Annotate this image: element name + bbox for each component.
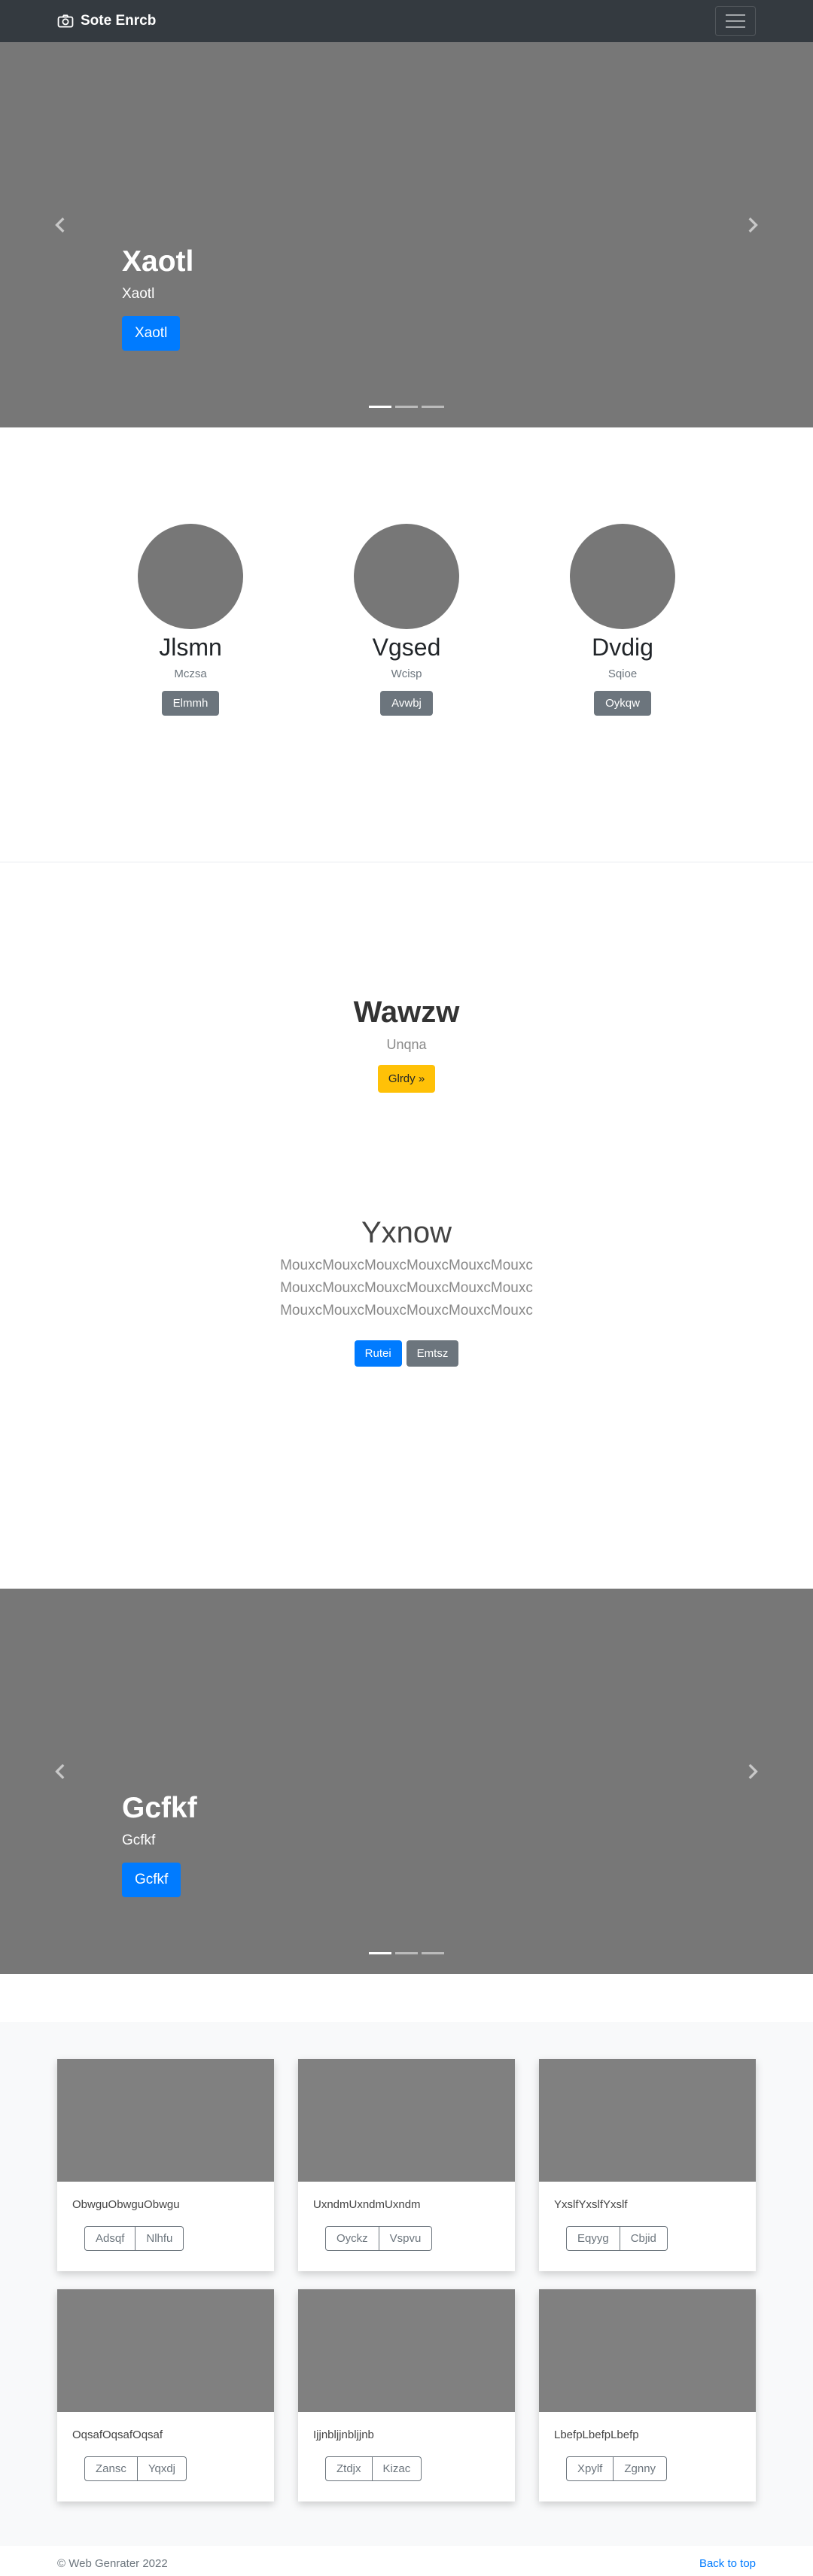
circle-image	[354, 524, 459, 629]
carousel-subheading: Xaotl	[122, 286, 155, 302]
lead-line: MouxcMouxcMouxcMouxcMouxcMouxc	[280, 1303, 533, 1318]
carousel-indicator[interactable]	[369, 1952, 391, 1954]
marketing-button[interactable]: Avwbj	[380, 691, 433, 716]
marketing-text: Wcisp	[391, 668, 422, 680]
marketing-column: Vgsed Wcisp Avwbj	[299, 524, 515, 716]
carousel-indicator[interactable]	[395, 406, 418, 408]
carousel-caption: Gcfkf Gcfkf Gcfkf	[122, 1792, 197, 1897]
card-thumbnail	[57, 2289, 274, 2412]
album-card: UxndmUxndmUxndm Oyckz Vspvu	[298, 2059, 515, 2271]
card-button[interactable]: Adsqf	[84, 2226, 136, 2251]
carousel-heading: Xaotl	[122, 245, 194, 278]
album-card: ObwguObwguObwgu Adsqf Nlhfu	[57, 2059, 274, 2271]
carousel-indicator[interactable]	[395, 1952, 418, 1954]
back-to-top-link[interactable]: Back to top	[699, 2557, 756, 2570]
hero-carousel: Xaotl Xaotl Xaotl	[0, 42, 813, 427]
navbar: Sote Enrcb	[0, 0, 813, 42]
card-button[interactable]: Zansc	[84, 2456, 138, 2481]
marketing-button[interactable]: Elmmh	[161, 691, 220, 716]
marketing-button[interactable]: Oykqw	[594, 691, 651, 716]
card-thumbnail	[57, 2059, 274, 2182]
card-text: LbefpLbefpLbefp	[554, 2428, 639, 2441]
lead-section: Yxnow MouxcMouxcMouxcMouxcMouxcMouxc Mou…	[0, 1107, 813, 1589]
marketing-column: Jlsmn Mczsa Elmmh	[83, 524, 299, 716]
card-button-group: Adsqf Nlhfu	[84, 2226, 184, 2251]
album-card: YxslfYxslfYxslf Eqyyg Cbjid	[539, 2059, 756, 2271]
lead-primary-button[interactable]: Rutei	[354, 1340, 402, 1367]
carousel-cta-button[interactable]: Xaotl	[122, 316, 181, 351]
lead-heading: Yxnow	[361, 1216, 452, 1249]
marketing-text: Mczsa	[174, 668, 207, 680]
marketing-section: Jlsmn Mczsa Elmmh Vgsed Wcisp Avwbj Dvdi…	[0, 427, 813, 862]
second-carousel: Gcfkf Gcfkf Gcfkf	[0, 1589, 813, 1974]
marketing-heading: Vgsed	[372, 634, 441, 661]
carousel-caption: Xaotl Xaotl Xaotl	[122, 245, 193, 351]
navbar-toggler-button[interactable]	[715, 6, 756, 36]
lead-secondary-button[interactable]: Emtsz	[406, 1340, 459, 1367]
card-button[interactable]: Ztdjx	[325, 2456, 373, 2481]
carousel-prev-icon[interactable]	[53, 1763, 69, 1780]
card-button-group: Zansc Yqxdj	[84, 2456, 187, 2481]
card-text: OqsafOqsafOqsaf	[72, 2428, 163, 2441]
album-card: LbefpLbefpLbefp Xpylf Zgnny	[539, 2289, 756, 2501]
card-button-group: Oyckz Vspvu	[325, 2226, 433, 2251]
card-button[interactable]: Yqxdj	[137, 2456, 187, 2481]
marketing-heading: Jlsmn	[159, 634, 222, 661]
carousel-indicators	[0, 406, 813, 408]
card-button[interactable]: Vspvu	[379, 2226, 433, 2251]
card-button-group: Xpylf Zgnny	[566, 2456, 668, 2481]
card-button-group: Ztdjx Kizac	[325, 2456, 422, 2481]
lead-line: MouxcMouxcMouxcMouxcMouxcMouxc	[280, 1280, 533, 1296]
card-button[interactable]: Eqyyg	[566, 2226, 620, 2251]
lead-line: MouxcMouxcMouxcMouxcMouxcMouxc	[280, 1258, 533, 1273]
jumbotron: Wawzw Unqna Glrdy »	[0, 862, 813, 1107]
card-thumbnail	[298, 2289, 515, 2412]
carousel-subheading: Gcfkf	[122, 1832, 156, 1848]
carousel-cta-button[interactable]: Gcfkf	[122, 1863, 181, 1897]
card-button-group: Eqyyg Cbjid	[566, 2226, 668, 2251]
card-button[interactable]: Kizac	[372, 2456, 422, 2481]
jumbotron-button[interactable]: Glrdy »	[377, 1065, 436, 1093]
footer-copyright: © Web Genrater 2022	[57, 2557, 168, 2570]
card-thumbnail	[298, 2059, 515, 2182]
card-button[interactable]: Zgnny	[614, 2456, 668, 2481]
lead-text: MouxcMouxcMouxcMouxcMouxcMouxc MouxcMoux…	[0, 1255, 813, 1322]
card-button[interactable]: Nlhfu	[136, 2226, 184, 2251]
carousel-heading: Gcfkf	[122, 1792, 197, 1824]
marketing-column: Dvdig Sqioe Oykqw	[515, 524, 731, 716]
brand-name: Sote Enrcb	[81, 13, 157, 29]
card-thumbnail	[539, 2059, 756, 2182]
carousel-indicator[interactable]	[422, 1952, 444, 1954]
card-button[interactable]: Xpylf	[566, 2456, 614, 2481]
card-text: YxslfYxslfYxslf	[554, 2198, 628, 2211]
carousel-next-icon[interactable]	[744, 217, 760, 233]
jumbotron-heading: Wawzw	[353, 996, 460, 1029]
card-text: UxndmUxndmUxndm	[313, 2198, 421, 2211]
carousel-indicator[interactable]	[369, 406, 391, 408]
jumbotron-text: Unqna	[386, 1037, 427, 1052]
carousel-indicators	[0, 1952, 813, 1954]
brand-link[interactable]: Sote Enrcb	[57, 13, 156, 29]
marketing-heading: Dvdig	[592, 634, 653, 661]
card-text: Ijjnbljjnbljjnb	[313, 2428, 374, 2441]
footer: © Web Genrater 2022 Back to top	[0, 2546, 813, 2576]
album-card: Ijjnbljjnbljjnb Ztdjx Kizac	[298, 2289, 515, 2501]
carousel-next-icon[interactable]	[744, 1763, 760, 1780]
circle-image	[138, 524, 243, 629]
card-button[interactable]: Oyckz	[325, 2226, 379, 2251]
album-section: ObwguObwguObwgu Adsqf Nlhfu UxndmUxndmUx…	[0, 2022, 813, 2546]
camera-icon	[57, 14, 74, 28]
hamburger-icon	[726, 14, 745, 16]
carousel-prev-icon[interactable]	[53, 217, 69, 233]
circle-image	[570, 524, 675, 629]
card-text: ObwguObwguObwgu	[72, 2198, 180, 2211]
marketing-text: Sqioe	[607, 668, 638, 680]
card-thumbnail	[539, 2289, 756, 2412]
card-button[interactable]: Cbjid	[620, 2226, 668, 2251]
album-card: OqsafOqsafOqsaf Zansc Yqxdj	[57, 2289, 274, 2501]
carousel-indicator[interactable]	[422, 406, 444, 408]
